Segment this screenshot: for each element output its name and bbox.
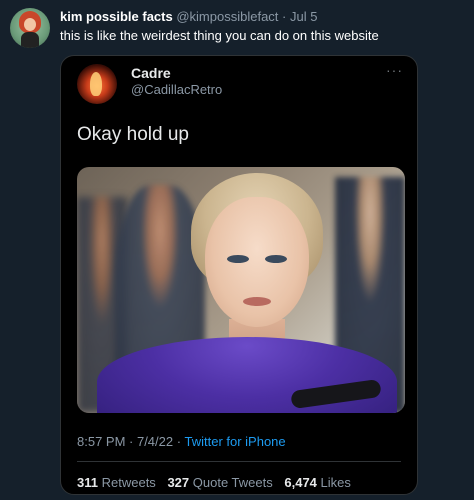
quoted-display-name[interactable]: Cadre [131,65,171,81]
avatar-face [24,18,36,31]
engagement-stats: 311 Retweets 327 Quote Tweets 6,474 Like… [77,475,359,490]
quoted-user-handle[interactable]: @CadillacRetro [131,82,222,97]
outer-tweet[interactable]: kim possible facts @kimpossiblefact · Ju… [0,0,474,500]
photo-face [205,197,309,327]
likes-label[interactable]: Likes [321,475,351,490]
divider [77,461,401,462]
likes-count[interactable]: 6,474 [284,475,317,490]
flame-icon [90,72,102,96]
quoted-avatar[interactable] [77,64,117,104]
user-handle[interactable]: @kimpossiblefact [176,9,278,24]
separator: · [176,434,182,449]
quote-tweets-count[interactable]: 327 [167,475,189,490]
retweets-label[interactable]: Retweets [102,475,156,490]
tweet-metadata: 8:57 PM · 7/4/22 · Twitter for iPhone [77,434,286,449]
avatar[interactable] [10,8,50,48]
retweets-count[interactable]: 311 [77,475,98,490]
tweet-timestamp[interactable]: 8:57 PM · 7/4/22 [77,434,173,449]
tweet-source-link[interactable]: Twitter for iPhone [184,434,285,449]
quoted-tweet-text: Okay hold up [77,124,189,145]
more-options-icon[interactable]: ··· [386,62,403,78]
quoted-tweet[interactable]: Cadre @CadillacRetro ··· Okay hold up 8:… [60,55,418,495]
tweet-text: this is like the weirdest thing you can … [60,28,379,43]
photo-eye [265,255,287,263]
tweet-header: kim possible facts @kimpossiblefact · Ju… [60,9,317,24]
tweet-date[interactable]: Jul 5 [290,9,317,24]
display-name[interactable]: kim possible facts [60,9,173,24]
quote-tweets-label[interactable]: Quote Tweets [193,475,273,490]
tweet-photo[interactable] [77,167,405,413]
separator: · [282,9,287,24]
avatar-body [21,32,39,48]
photo-eye [227,255,249,263]
photo-lips [243,297,271,306]
